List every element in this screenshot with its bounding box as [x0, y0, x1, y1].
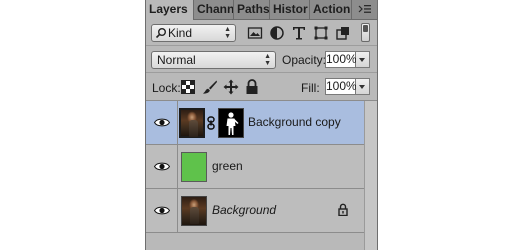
- layer-row-background[interactable]: Background: [146, 189, 364, 233]
- fill-label: Fill:: [301, 81, 320, 95]
- blend-mode-value: Normal: [157, 53, 196, 67]
- search-icon: [155, 27, 167, 43]
- eye-icon: [154, 162, 170, 171]
- lock-icon[interactable]: [245, 79, 261, 95]
- tab-layers[interactable]: Layers: [146, 0, 194, 20]
- tab-actions[interactable]: Action: [310, 0, 352, 19]
- filter-kind-select[interactable]: Kind ▲ ▼: [151, 24, 236, 42]
- tab-channels[interactable]: Chann: [194, 0, 234, 19]
- adjustment-layer-filter-icon[interactable]: [269, 25, 285, 41]
- visibility-toggle[interactable]: [146, 101, 178, 144]
- lock-icon[interactable]: [338, 203, 348, 217]
- lock-fill-row: Lock: Fill: 100%: [146, 74, 377, 101]
- fill-input[interactable]: 100%: [325, 78, 357, 95]
- figure-silhouette-icon: [226, 112, 239, 135]
- visibility-toggle[interactable]: [146, 189, 178, 232]
- lock-label: Lock:: [152, 81, 181, 95]
- pixel-layer-filter-icon[interactable]: [247, 25, 263, 41]
- chevron-updown-icon: ▲ ▼: [264, 53, 271, 67]
- mask-link-icon[interactable]: [206, 116, 216, 130]
- shape-layer-filter-icon[interactable]: [313, 25, 329, 41]
- lock-transparent-pixels-icon[interactable]: [181, 80, 197, 96]
- smart-object-filter-icon[interactable]: [335, 25, 351, 41]
- opacity-label: Opacity:: [282, 53, 327, 67]
- layer-row-background-copy[interactable]: Background copy: [146, 101, 364, 145]
- layer-row-green[interactable]: green: [146, 145, 364, 189]
- type-layer-filter-icon[interactable]: [291, 25, 307, 41]
- brush-icon[interactable]: [202, 79, 218, 95]
- layers-list: Background copy green Background: [146, 101, 364, 250]
- layer-name[interactable]: green: [212, 158, 243, 174]
- filter-toggle-switch[interactable]: [361, 23, 370, 42]
- layers-scrollbar[interactable]: [364, 101, 377, 250]
- blend-mode-select[interactable]: Normal ▲ ▼: [151, 51, 276, 69]
- fill-dropdown-button[interactable]: [356, 78, 370, 95]
- tab-history[interactable]: Histor: [270, 0, 310, 19]
- layers-panel: Layers Chann Paths Histor Action Kind ▲ ▼: [145, 0, 378, 250]
- filter-kind-label: Kind: [168, 26, 193, 40]
- move-icon[interactable]: [223, 79, 239, 95]
- eye-icon: [154, 206, 170, 215]
- layer-name[interactable]: Background: [212, 202, 276, 218]
- layer-filter-row: Kind ▲ ▼: [146, 20, 377, 46]
- opacity-input[interactable]: 100%: [325, 51, 357, 68]
- layer-thumbnail[interactable]: [181, 196, 207, 226]
- layer-name[interactable]: Background copy: [248, 114, 341, 130]
- layer-thumbnail[interactable]: [181, 152, 207, 182]
- blend-opacity-row: Normal ▲ ▼ Opacity: 100%: [146, 47, 377, 73]
- chevron-updown-icon: ▲ ▼: [224, 26, 231, 40]
- panel-menu-icon[interactable]: [358, 3, 372, 15]
- layer-mask-thumbnail[interactable]: [218, 108, 244, 138]
- visibility-toggle[interactable]: [146, 145, 178, 188]
- opacity-dropdown-button[interactable]: [356, 51, 370, 68]
- tab-paths[interactable]: Paths: [234, 0, 270, 19]
- panel-tab-bar: Layers Chann Paths Histor Action: [146, 0, 377, 20]
- layer-thumbnail[interactable]: [179, 108, 205, 138]
- eye-icon: [154, 118, 170, 127]
